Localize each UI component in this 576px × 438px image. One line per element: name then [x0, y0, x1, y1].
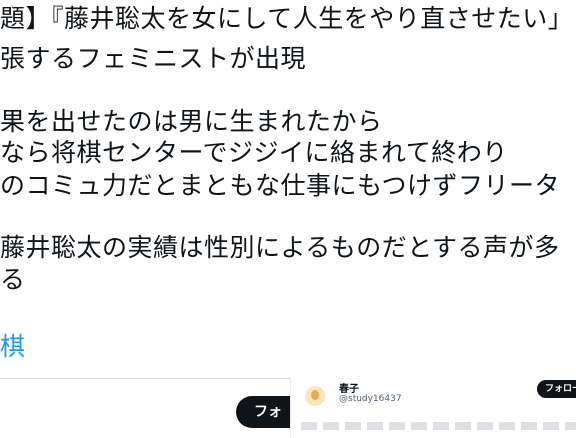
tweet-text-line: 張するフェミニストが出現 [0, 44, 307, 73]
tweet-text-line: 果を出せたのは男に生まれたから [0, 107, 383, 136]
tweet-text-line: 題】『藤井聡太を女にして人生をやり直させたい」 [0, 4, 574, 33]
follow-button[interactable]: フォロー [537, 380, 576, 398]
tweet-text-line: のコミュ力だとまともな仕事にもつけずフリータ [0, 171, 561, 200]
tweet-text-line: なら将棋センターでジジイに絡まれて終わり [0, 138, 508, 167]
avatar[interactable] [305, 386, 325, 406]
blurred-tweet-text [301, 422, 576, 430]
tweet-text-line: 藤井聡太の実績は性別によるものだとする声が多 [0, 233, 560, 262]
hashtag-link[interactable]: 棋 [0, 332, 26, 362]
embedded-tweet-card[interactable]: 春子 @study16437 フォロー [290, 378, 576, 438]
tweet-text-line: る [0, 265, 26, 294]
user-handle[interactable]: @study16437 [339, 394, 402, 404]
display-name[interactable]: 春子 [339, 380, 359, 395]
